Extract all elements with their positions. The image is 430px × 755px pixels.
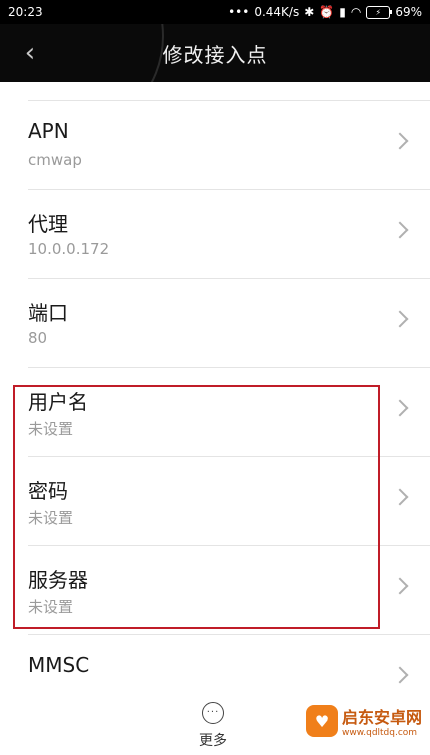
title-bar: ‹ 修改接入点 <box>0 24 430 82</box>
wifi-icon: ◠ <box>350 5 362 19</box>
back-chevron-icon: ‹ <box>24 38 36 68</box>
more-label: 更多 <box>199 733 227 749</box>
more-button[interactable]: ··· 更多 <box>188 702 238 752</box>
status-icons: ••• 0.44K/s ✱ ⏰ ▮ ◠ ⚡ 69% <box>228 5 422 19</box>
battery-icon: ⚡ <box>366 5 393 19</box>
bottom-bar: ··· 更多 ♥ 启东安卓网 www.qdltdq.com <box>0 688 430 755</box>
setting-row-apn[interactable]: APN cmwap <box>28 101 430 190</box>
watermark: ♥ 启东安卓网 www.qdltdq.com <box>305 704 422 738</box>
more-options-icon: ··· <box>202 702 224 724</box>
chevron-right-icon <box>391 221 409 239</box>
more-dots-icon: ••• <box>228 5 250 19</box>
setting-value: 未设置 <box>28 509 74 527</box>
setting-label: 端口 <box>28 301 68 325</box>
watermark-title: 启东安卓网 <box>341 708 422 727</box>
setting-row-server[interactable]: 服务器 未设置 <box>28 546 430 635</box>
setting-value: 80 <box>28 329 48 347</box>
setting-label: 代理 <box>28 212 68 236</box>
chevron-right-icon <box>391 132 409 150</box>
back-button[interactable]: ‹ <box>18 24 42 82</box>
setting-label: 用户名 <box>28 390 88 414</box>
chevron-right-icon <box>391 488 409 506</box>
chevron-right-icon <box>391 399 409 417</box>
status-bar: 20:23 ••• 0.44K/s ✱ ⏰ ▮ ◠ ⚡ 69% <box>0 0 430 24</box>
battery-percent: 69% <box>395 5 422 19</box>
chevron-right-icon <box>391 310 409 328</box>
bluetooth-icon: ✱ <box>304 5 315 19</box>
chevron-right-icon <box>391 666 409 684</box>
setting-row-port[interactable]: 端口 80 <box>28 279 430 368</box>
list-top-spacer <box>28 82 430 101</box>
signal-icon: ▮ <box>339 5 346 19</box>
setting-label: 服务器 <box>28 568 88 592</box>
setting-label: APN <box>28 119 69 143</box>
watermark-url: www.qdltdq.com <box>341 728 418 738</box>
status-time: 20:23 <box>8 5 43 19</box>
setting-value: cmwap <box>28 151 82 169</box>
setting-value: 未设置 <box>28 598 74 616</box>
chevron-right-icon <box>391 577 409 595</box>
setting-label: MMSC <box>28 653 90 677</box>
network-speed: 0.44K/s <box>254 5 300 19</box>
setting-row-proxy[interactable]: 代理 10.0.0.172 <box>28 190 430 279</box>
watermark-logo-icon: ♥ <box>305 705 338 737</box>
setting-row-password[interactable]: 密码 未设置 <box>28 457 430 546</box>
setting-value: 10.0.0.172 <box>28 240 110 258</box>
setting-row-username[interactable]: 用户名 未设置 <box>28 368 430 457</box>
setting-label: 密码 <box>28 479 68 503</box>
alarm-icon: ⏰ <box>319 5 335 19</box>
page-title: 修改接入点 <box>162 42 268 67</box>
settings-list: APN cmwap 代理 10.0.0.172 端口 80 用户名 未设置 密码… <box>0 82 430 724</box>
setting-value: 未设置 <box>28 420 74 438</box>
watermark-text: 启东安卓网 www.qdltdq.com <box>342 704 422 738</box>
